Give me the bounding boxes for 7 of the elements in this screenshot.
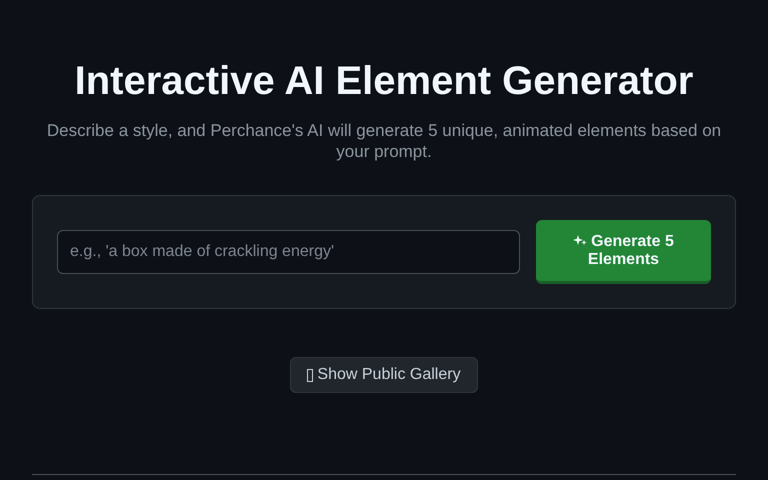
page-title: Interactive AI Element Generator bbox=[74, 58, 694, 105]
generate-button[interactable]: Generate 5 Elements bbox=[536, 220, 711, 284]
sparkle-icon bbox=[573, 234, 588, 246]
prompt-field[interactable]: e.g., 'a box made of crackling energy' bbox=[57, 230, 520, 274]
gallery-button[interactable]: Show Public Gallery bbox=[290, 357, 478, 393]
placeholder-glyph-icon bbox=[307, 368, 314, 382]
page-subtitle: Describe a style, and Perchance's AI will generate 5 unique, animated elements based on your prompt. bbox=[46, 120, 722, 162]
